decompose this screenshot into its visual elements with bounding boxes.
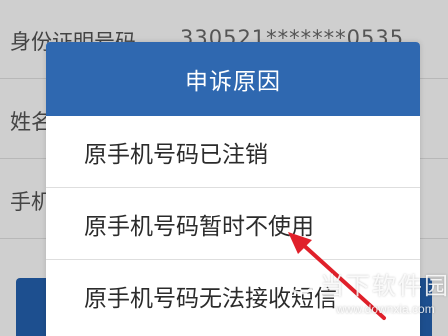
watermark: 当下软件园 www.downxia.com [284,262,448,336]
watermark-logo-icon [285,263,317,295]
watermark-url: www.downxia.com [336,302,435,316]
watermark-text: 当下软件园 [320,272,448,300]
